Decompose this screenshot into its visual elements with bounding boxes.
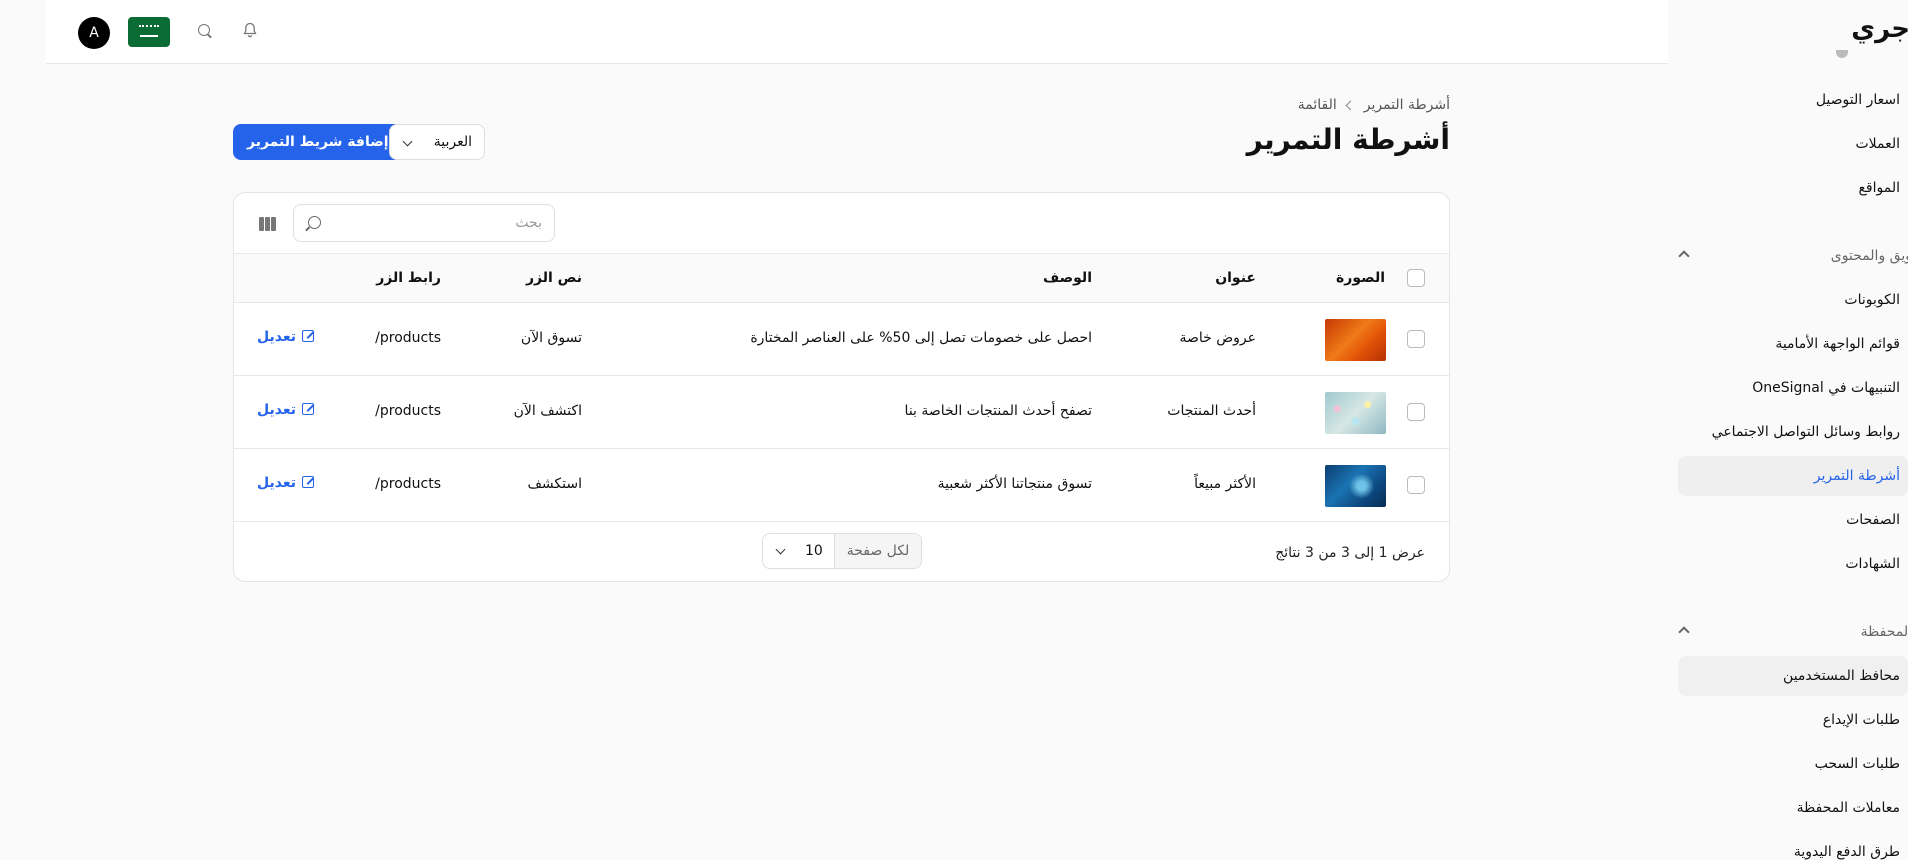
sidebar-item-deposit-requests[interactable]: طلبات الإيداع — [1823, 712, 1900, 728]
edit-button[interactable]: تعديل — [257, 402, 314, 418]
language-select-value: العربية — [433, 134, 472, 150]
row-checkbox[interactable] — [1407, 476, 1425, 494]
select-all-checkbox[interactable] — [1407, 269, 1425, 287]
table-row: أحدث المنتجات تصفح أحدث المنتجات الخاصة … — [234, 376, 1449, 449]
row-button-text: استكشف — [527, 476, 582, 492]
row-title: الأكثر مبيعاً — [1194, 476, 1256, 492]
edit-button[interactable]: تعديل — [257, 475, 314, 491]
per-page-select[interactable]: لكل صفحة 10 — [762, 533, 922, 569]
sidebar-group-marketing[interactable]: ويق والمحتوى — [1831, 248, 1908, 264]
add-slider-button[interactable]: إضافة شريط التمرير — [233, 124, 403, 160]
sidebar-item-social-links[interactable]: روابط وسائل التواصل الاجتماعي — [1712, 424, 1900, 440]
sidebar: جري اسعار التوصيل العملات المواقع ويق وا… — [1668, 0, 1908, 860]
sidebar-item-currencies[interactable]: العملات — [1855, 136, 1900, 152]
row-description: تسوق منتجاتنا الأكثر شعبية — [937, 476, 1092, 492]
page-title: أشرطة التمرير — [1246, 123, 1450, 156]
column-button-link[interactable]: رابط الزر — [376, 270, 441, 286]
sidebar-item-shipping-rates[interactable]: اسعار التوصيل — [1816, 92, 1900, 108]
column-description[interactable]: الوصف — [1043, 270, 1092, 286]
chevron-up-icon[interactable] — [1678, 626, 1690, 638]
row-description: تصفح أحدث المنتجات الخاصة بنا — [904, 403, 1092, 419]
breadcrumb-parent[interactable]: أشرطة التمرير — [1364, 97, 1450, 113]
search-input[interactable] — [334, 205, 544, 241]
per-page-value: 10 — [805, 543, 823, 559]
table-row: الأكثر مبيعاً تسوق منتجاتنا الأكثر شعبية… — [234, 449, 1449, 522]
row-checkbox[interactable] — [1407, 403, 1425, 421]
row-button-link: /products — [375, 403, 441, 419]
sidebar-item-manual-payments[interactable]: طرق الدفع اليدوية — [1794, 844, 1900, 860]
bell-icon[interactable] — [242, 22, 258, 38]
sidebar-item-sliders[interactable]: أشرطة التمرير — [1814, 468, 1900, 484]
brand-logo: جري — [1851, 14, 1908, 44]
row-title: عروض خاصة — [1179, 330, 1256, 346]
row-description: احصل على خصومات تصل إلى 50% على العناصر … — [750, 330, 1092, 346]
search-icon — [308, 216, 321, 229]
search-icon[interactable] — [198, 24, 210, 36]
edit-icon — [302, 330, 314, 342]
chevron-up-icon[interactable] — [1678, 250, 1690, 262]
sidebar-item-locations[interactable]: المواقع — [1858, 180, 1900, 196]
chevron-down-icon — [402, 136, 413, 147]
table-search[interactable] — [293, 204, 555, 242]
slider-image — [1325, 319, 1386, 361]
chevron-down-icon — [775, 544, 786, 555]
row-button-link: /products — [375, 476, 441, 492]
edit-icon — [302, 476, 314, 488]
flag-icon[interactable] — [128, 17, 170, 47]
sidebar-item-withdraw-requests[interactable]: طلبات السحب — [1815, 756, 1900, 772]
sliders-table-card: الصورة عنوان الوصف نص الزر رابط الزر عرو… — [233, 192, 1450, 582]
chevron-left-icon — [1345, 100, 1356, 110]
language-select[interactable]: العربية — [389, 124, 485, 160]
sidebar-item-testimonials[interactable]: الشهادات — [1845, 556, 1900, 572]
sidebar-item-user-wallets[interactable]: محافظ المستخدمين — [1783, 668, 1900, 684]
table-header: الصورة عنوان الوصف نص الزر رابط الزر — [234, 253, 1449, 303]
sidebar-group-wallet[interactable]: المحفظة — [1861, 624, 1908, 640]
avatar[interactable]: A — [78, 17, 110, 49]
top-header: A — [46, 0, 1668, 64]
edit-icon — [302, 403, 314, 415]
sidebar-item-onesignal[interactable]: التنبيهات في OneSignal — [1752, 380, 1900, 396]
per-page-label: لكل صفحة — [834, 534, 921, 568]
edit-button[interactable]: تعديل — [257, 329, 314, 345]
pagination-summary: عرض 1 إلى 3 من 3 نتائج — [1275, 545, 1425, 561]
column-button-text[interactable]: نص الزر — [526, 270, 582, 286]
sidebar-item-coupons[interactable]: الكوبونات — [1844, 292, 1900, 308]
column-image[interactable]: الصورة — [1336, 270, 1385, 286]
column-title[interactable]: عنوان — [1215, 270, 1256, 286]
sidebar-item-frontend-menus[interactable]: قوائم الواجهة الأمامية — [1775, 336, 1900, 352]
sidebar-item-wallet-transactions[interactable]: معاملات المحفظة — [1797, 800, 1900, 816]
columns-icon[interactable] — [259, 216, 277, 231]
slider-image — [1325, 465, 1386, 507]
slider-image — [1325, 392, 1386, 434]
sidebar-item-pages[interactable]: الصفحات — [1846, 512, 1900, 528]
breadcrumb-current: القائمة — [1297, 97, 1337, 113]
row-button-link: /products — [375, 330, 441, 346]
table-row: عروض خاصة احصل على خصومات تصل إلى 50% عل… — [234, 303, 1449, 376]
partial-icon — [1836, 50, 1848, 58]
breadcrumb: أشرطة التمرير القائمة — [1298, 97, 1450, 113]
row-checkbox[interactable] — [1407, 330, 1425, 348]
row-button-text: تسوق الآن — [520, 330, 582, 346]
row-title: أحدث المنتجات — [1167, 403, 1256, 419]
row-button-text: اكتشف الآن — [513, 403, 582, 419]
